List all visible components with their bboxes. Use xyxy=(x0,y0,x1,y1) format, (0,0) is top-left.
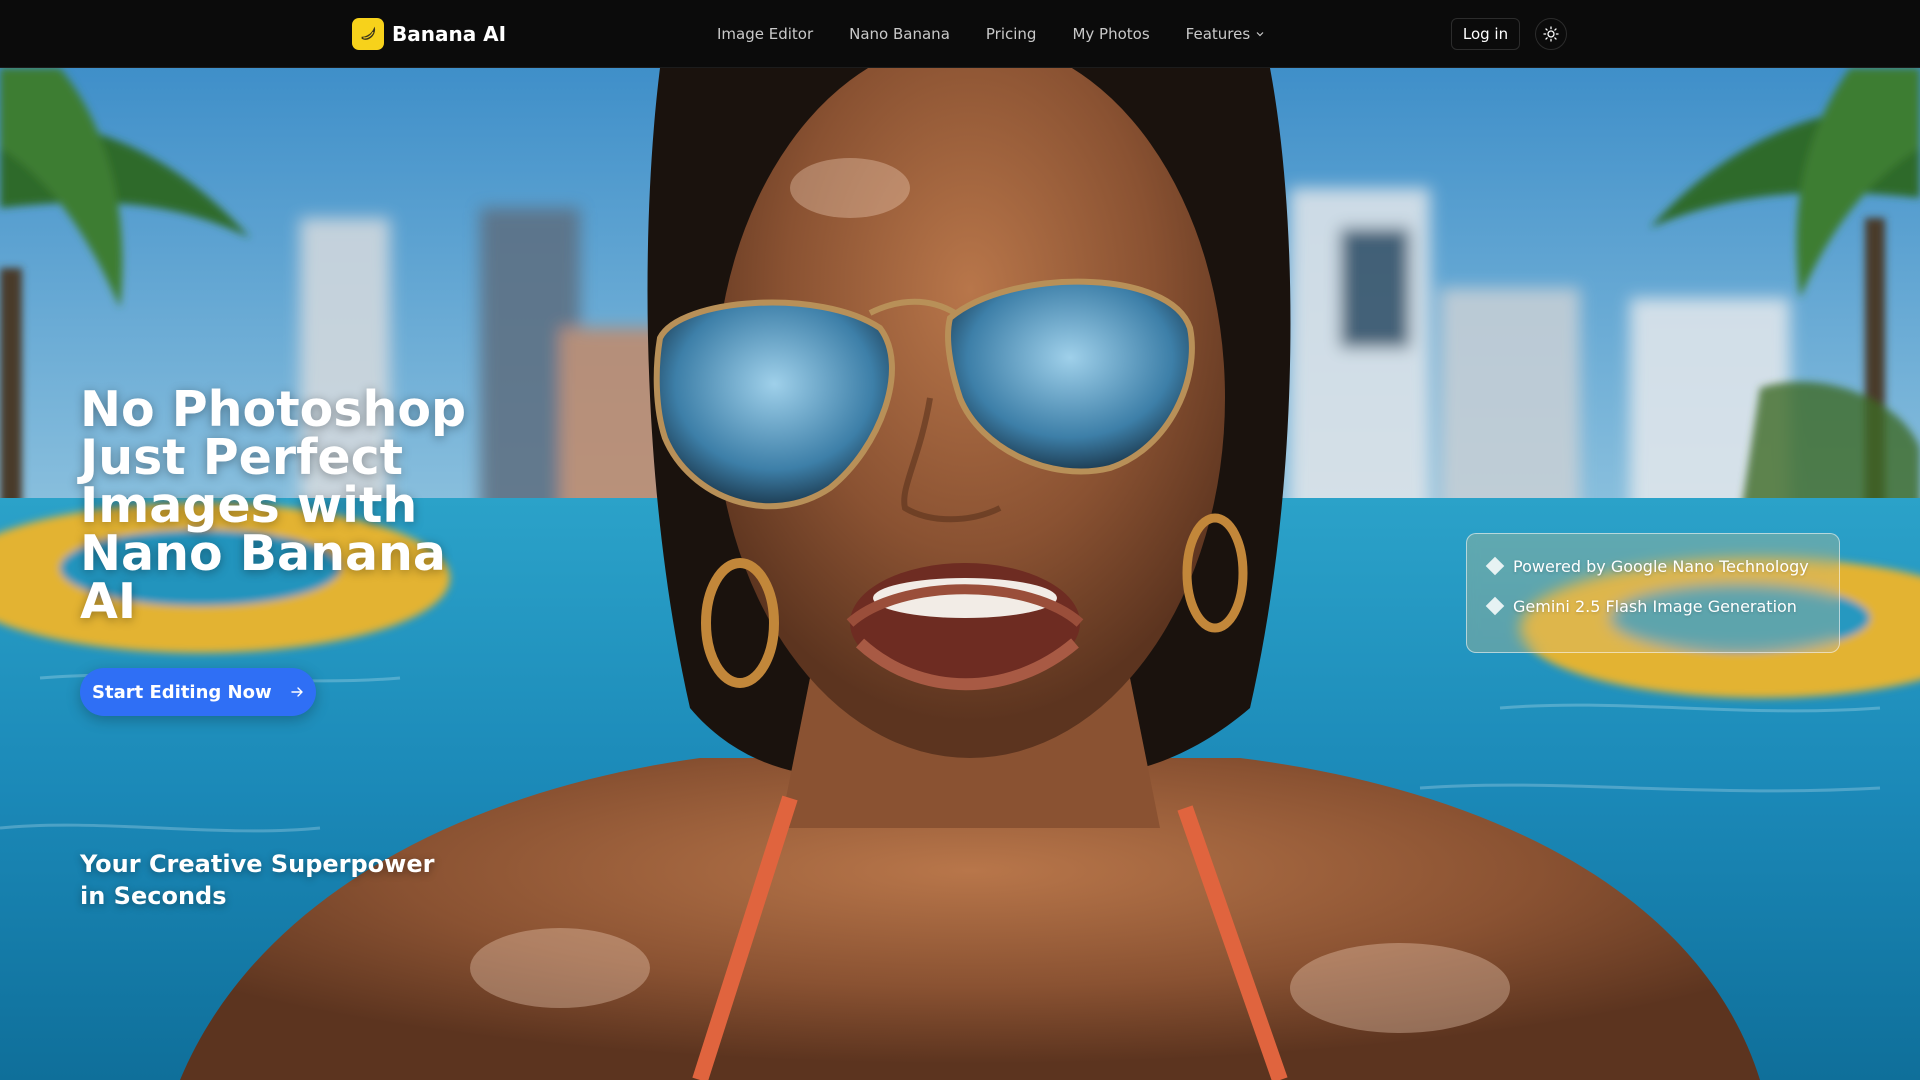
login-button[interactable]: Log in xyxy=(1451,18,1520,50)
sun-icon xyxy=(1543,26,1559,42)
nav-link-nano-banana[interactable]: Nano Banana xyxy=(849,25,950,43)
arrow-right-icon xyxy=(290,687,303,697)
main-nav: Image Editor Nano Banana Pricing My Phot… xyxy=(717,0,1265,68)
diamond-icon xyxy=(1485,556,1505,576)
chevron-down-icon xyxy=(1256,32,1264,37)
feature-item: Gemini 2.5 Flash Image Generation xyxy=(1485,594,1839,618)
theme-toggle-button[interactable] xyxy=(1535,18,1567,50)
nav-link-features[interactable]: Features xyxy=(1186,25,1266,43)
banana-icon xyxy=(352,18,384,50)
hero-section: No Photoshop Just Perfect Images with Na… xyxy=(0,68,1920,1080)
brand-name: Banana AI xyxy=(392,22,507,46)
top-navbar: Banana AI Image Editor Nano Banana Prici… xyxy=(0,0,1920,68)
start-editing-button[interactable]: Start Editing Now xyxy=(80,668,316,716)
nav-link-features-label: Features xyxy=(1185,25,1251,43)
feature-text: Powered by Google Nano Technology xyxy=(1513,556,1809,576)
start-editing-label: Start Editing Now xyxy=(92,681,272,703)
nav-link-pricing[interactable]: Pricing xyxy=(986,25,1037,43)
nav-link-image-editor[interactable]: Image Editor xyxy=(717,25,813,43)
hero-tagline: Your Creative Superpower in Seconds xyxy=(80,850,435,910)
feature-text: Gemini 2.5 Flash Image Generation xyxy=(1513,596,1797,616)
diamond-icon xyxy=(1485,596,1505,616)
feature-item: Powered by Google Nano Technology xyxy=(1485,554,1839,578)
nav-link-my-photos[interactable]: My Photos xyxy=(1072,25,1149,43)
feature-card: Powered by Google Nano Technology Gemini… xyxy=(1466,533,1840,653)
brand-logo[interactable]: Banana AI xyxy=(352,17,506,51)
hero-headline: No Photoshop Just Perfect Images with Na… xyxy=(80,381,467,630)
